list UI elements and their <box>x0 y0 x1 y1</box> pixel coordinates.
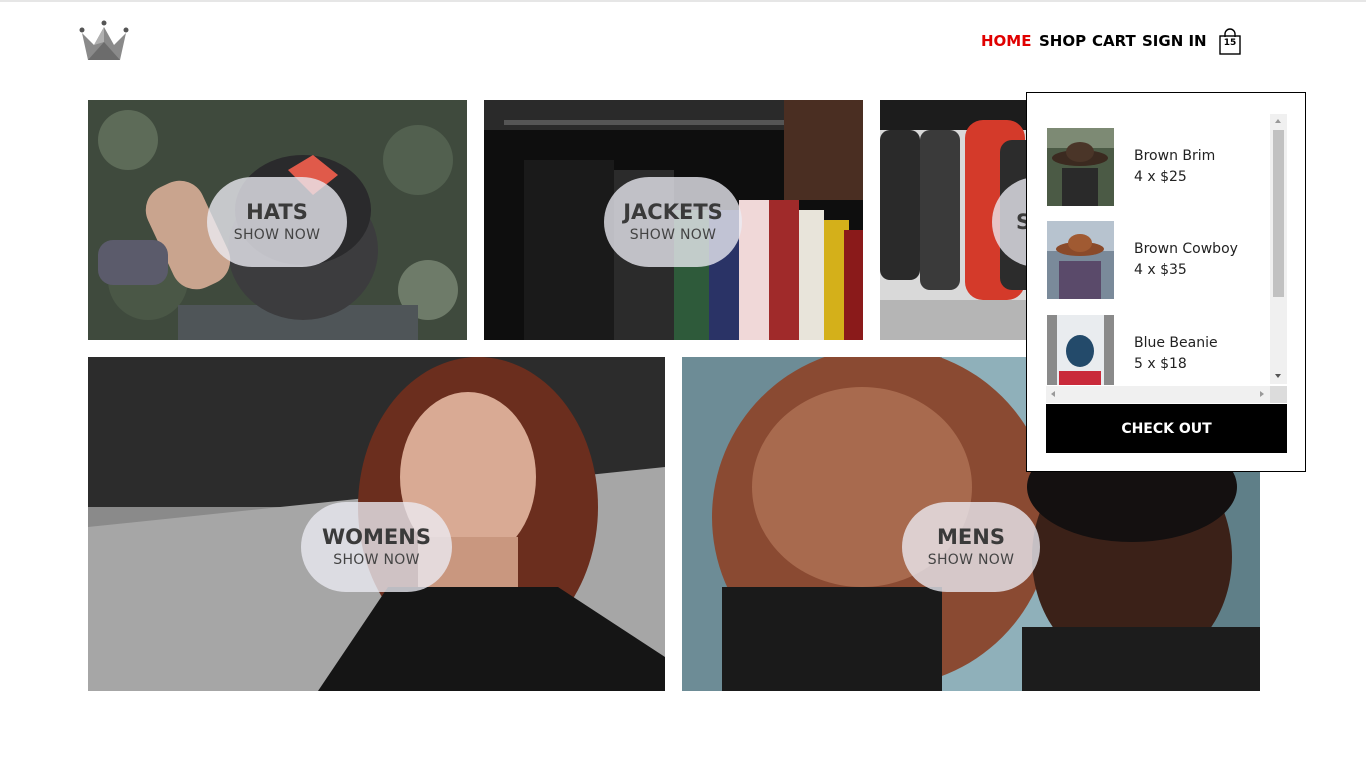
jackets-label-badge: JACKETS SHOW NOW <box>604 177 742 267</box>
scroll-down-arrow-icon[interactable] <box>1275 374 1281 378</box>
cart-count-badge: 15 <box>1223 38 1237 48</box>
brown-cowboy-thumbnail <box>1047 221 1114 299</box>
tile-subtitle: SHOW NOW <box>927 552 1015 568</box>
category-tile-womens[interactable]: WOMENS SHOW NOW <box>88 357 665 691</box>
scrollbar-corner <box>1270 386 1287 403</box>
brown-brim-thumbnail <box>1047 128 1114 206</box>
scrollbar-thumb[interactable] <box>1273 130 1284 297</box>
tile-subtitle: SHOW NOW <box>629 227 717 243</box>
nav-shop-link[interactable]: SHOP <box>1039 32 1086 50</box>
category-tile-hats[interactable]: HATS SHOW NOW <box>88 100 467 340</box>
cart-item-quantity-price: 4 x $35 <box>1134 262 1187 278</box>
tile-title: JACKETS <box>623 200 723 224</box>
checkout-button[interactable]: CHECK OUT <box>1046 404 1287 453</box>
cart-item-quantity-price: 4 x $25 <box>1134 169 1187 185</box>
cart-horizontal-scrollbar[interactable] <box>1046 386 1270 403</box>
scroll-up-arrow-icon[interactable] <box>1275 119 1281 123</box>
nav-sign-in-link[interactable]: SIGN IN <box>1142 32 1207 50</box>
cart-vertical-scrollbar[interactable] <box>1270 114 1287 384</box>
scroll-left-arrow-icon[interactable] <box>1051 391 1055 397</box>
cart-item-name: Blue Beanie <box>1134 335 1218 351</box>
nav-home-link[interactable]: HOME <box>981 32 1031 50</box>
mens-label-badge: MENS SHOW NOW <box>902 502 1040 592</box>
womens-label-badge: WOMENS SHOW NOW <box>301 502 452 592</box>
cart-item: Blue Beanie 5 x $18 <box>1047 315 1277 385</box>
blue-beanie-thumbnail <box>1047 315 1114 385</box>
top-border <box>0 0 1366 2</box>
nav-cart-link[interactable]: CART <box>1092 32 1136 50</box>
tile-subtitle: SHOW NOW <box>333 552 420 568</box>
tile-title: WOMENS <box>322 525 431 549</box>
hats-label-badge: HATS SHOW NOW <box>207 177 347 267</box>
cart-item-name: Brown Cowboy <box>1134 241 1238 257</box>
category-tile-jackets[interactable]: JACKETS SHOW NOW <box>484 100 863 340</box>
scroll-right-arrow-icon[interactable] <box>1260 391 1264 397</box>
crown-logo-icon[interactable] <box>78 20 130 62</box>
cart-item-quantity-price: 5 x $18 <box>1134 356 1187 372</box>
cart-item: Brown Brim 4 x $25 <box>1047 128 1277 208</box>
cart-item-name: Brown Brim <box>1134 148 1216 164</box>
cart-item: Brown Cowboy 4 x $35 <box>1047 221 1277 301</box>
tile-subtitle: SHOW NOW <box>233 227 321 243</box>
cart-items-list[interactable]: Brown Brim 4 x $25 Brown Cowboy 4 x $35 <box>1047 115 1287 385</box>
shopping-bag-icon[interactable]: 15 <box>1217 28 1243 56</box>
tile-title: MENS <box>937 525 1005 549</box>
tile-title: HATS <box>246 200 308 224</box>
